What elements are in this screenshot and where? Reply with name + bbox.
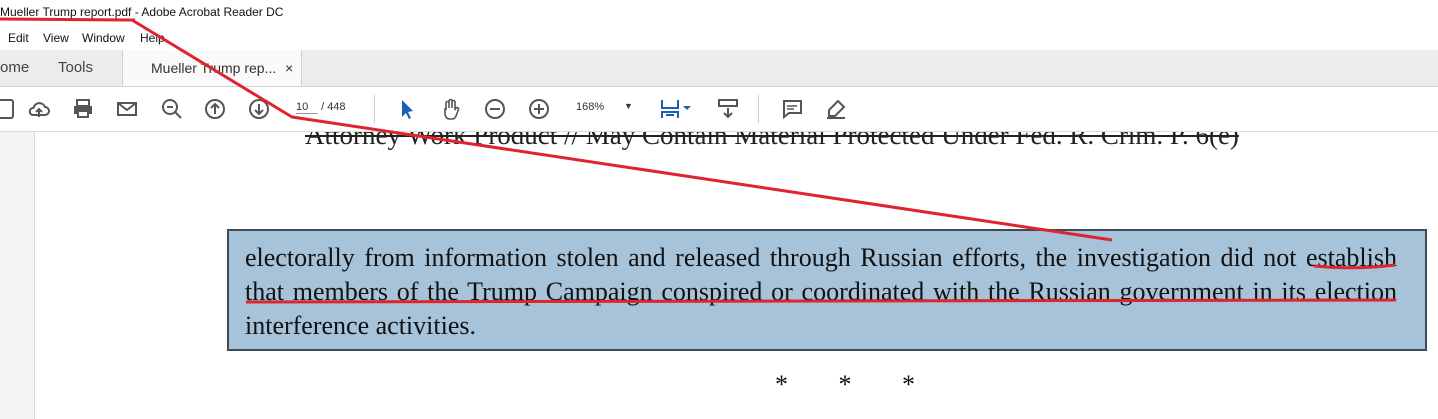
page-indicator[interactable]: 10 / 448: [296, 101, 346, 114]
menu-edit[interactable]: Edit: [8, 31, 29, 45]
left-navigation-rail[interactable]: [0, 132, 35, 419]
print-icon[interactable]: [71, 97, 95, 121]
zoom-out-icon[interactable]: [483, 97, 507, 121]
select-tool-icon[interactable]: [395, 97, 419, 121]
tab-document-label: Mueller Trump rep...: [151, 60, 277, 76]
save-icon[interactable]: [0, 97, 16, 121]
highlighted-excerpt: electorally from information stolen and …: [227, 229, 1427, 351]
title-bar: Mueller Trump report.pdf - Adobe Acrobat…: [0, 0, 1438, 25]
scroll-mode-icon[interactable]: [716, 97, 740, 121]
previous-page-icon[interactable]: [203, 97, 227, 121]
current-page-input[interactable]: 10: [296, 101, 318, 114]
next-page-icon[interactable]: [247, 97, 271, 121]
chevron-down-icon[interactable]: [682, 97, 692, 121]
tab-document[interactable]: Mueller Trump rep... ×: [122, 50, 302, 86]
upload-icon[interactable]: [27, 97, 51, 121]
total-pages: 448: [327, 101, 346, 113]
toolbar-divider: [758, 95, 759, 123]
zoom-out-search-icon[interactable]: [160, 97, 184, 121]
zoom-in-icon[interactable]: [527, 97, 551, 121]
section-separator: * * *: [775, 370, 937, 399]
toolbar-divider: [374, 95, 375, 123]
chevron-down-icon: ▼: [624, 101, 633, 111]
tab-home[interactable]: ome: [0, 50, 29, 86]
page-header: Attorney Work Product // May Contain Mat…: [305, 132, 1239, 150]
tab-tools[interactable]: Tools: [58, 50, 93, 86]
comment-icon[interactable]: [780, 97, 804, 121]
document-viewport[interactable]: Attorney Work Product // May Contain Mat…: [35, 132, 1438, 419]
page-fit-icon[interactable]: [658, 97, 682, 121]
tab-bar: ome Tools Mueller Trump rep... ×: [0, 50, 1438, 87]
menu-bar: Edit View Window Help: [0, 28, 1438, 50]
toolbar: 10 / 448 168% ▼: [0, 87, 1438, 132]
close-tab-icon[interactable]: ×: [285, 50, 293, 86]
zoom-level-select[interactable]: 168% ▼: [576, 101, 636, 113]
highlight-pen-icon[interactable]: [824, 97, 848, 121]
window-title: Mueller Trump report.pdf - Adobe Acrobat…: [0, 5, 284, 19]
excerpt-paragraph: electorally from information stolen and …: [245, 243, 1397, 340]
menu-help[interactable]: Help: [140, 31, 165, 45]
page-separator: /: [321, 101, 325, 113]
hand-tool-icon[interactable]: [439, 97, 463, 121]
menu-window[interactable]: Window: [82, 31, 125, 45]
email-icon[interactable]: [115, 97, 139, 121]
zoom-level-value: 168%: [576, 101, 605, 113]
menu-view[interactable]: View: [43, 31, 69, 45]
